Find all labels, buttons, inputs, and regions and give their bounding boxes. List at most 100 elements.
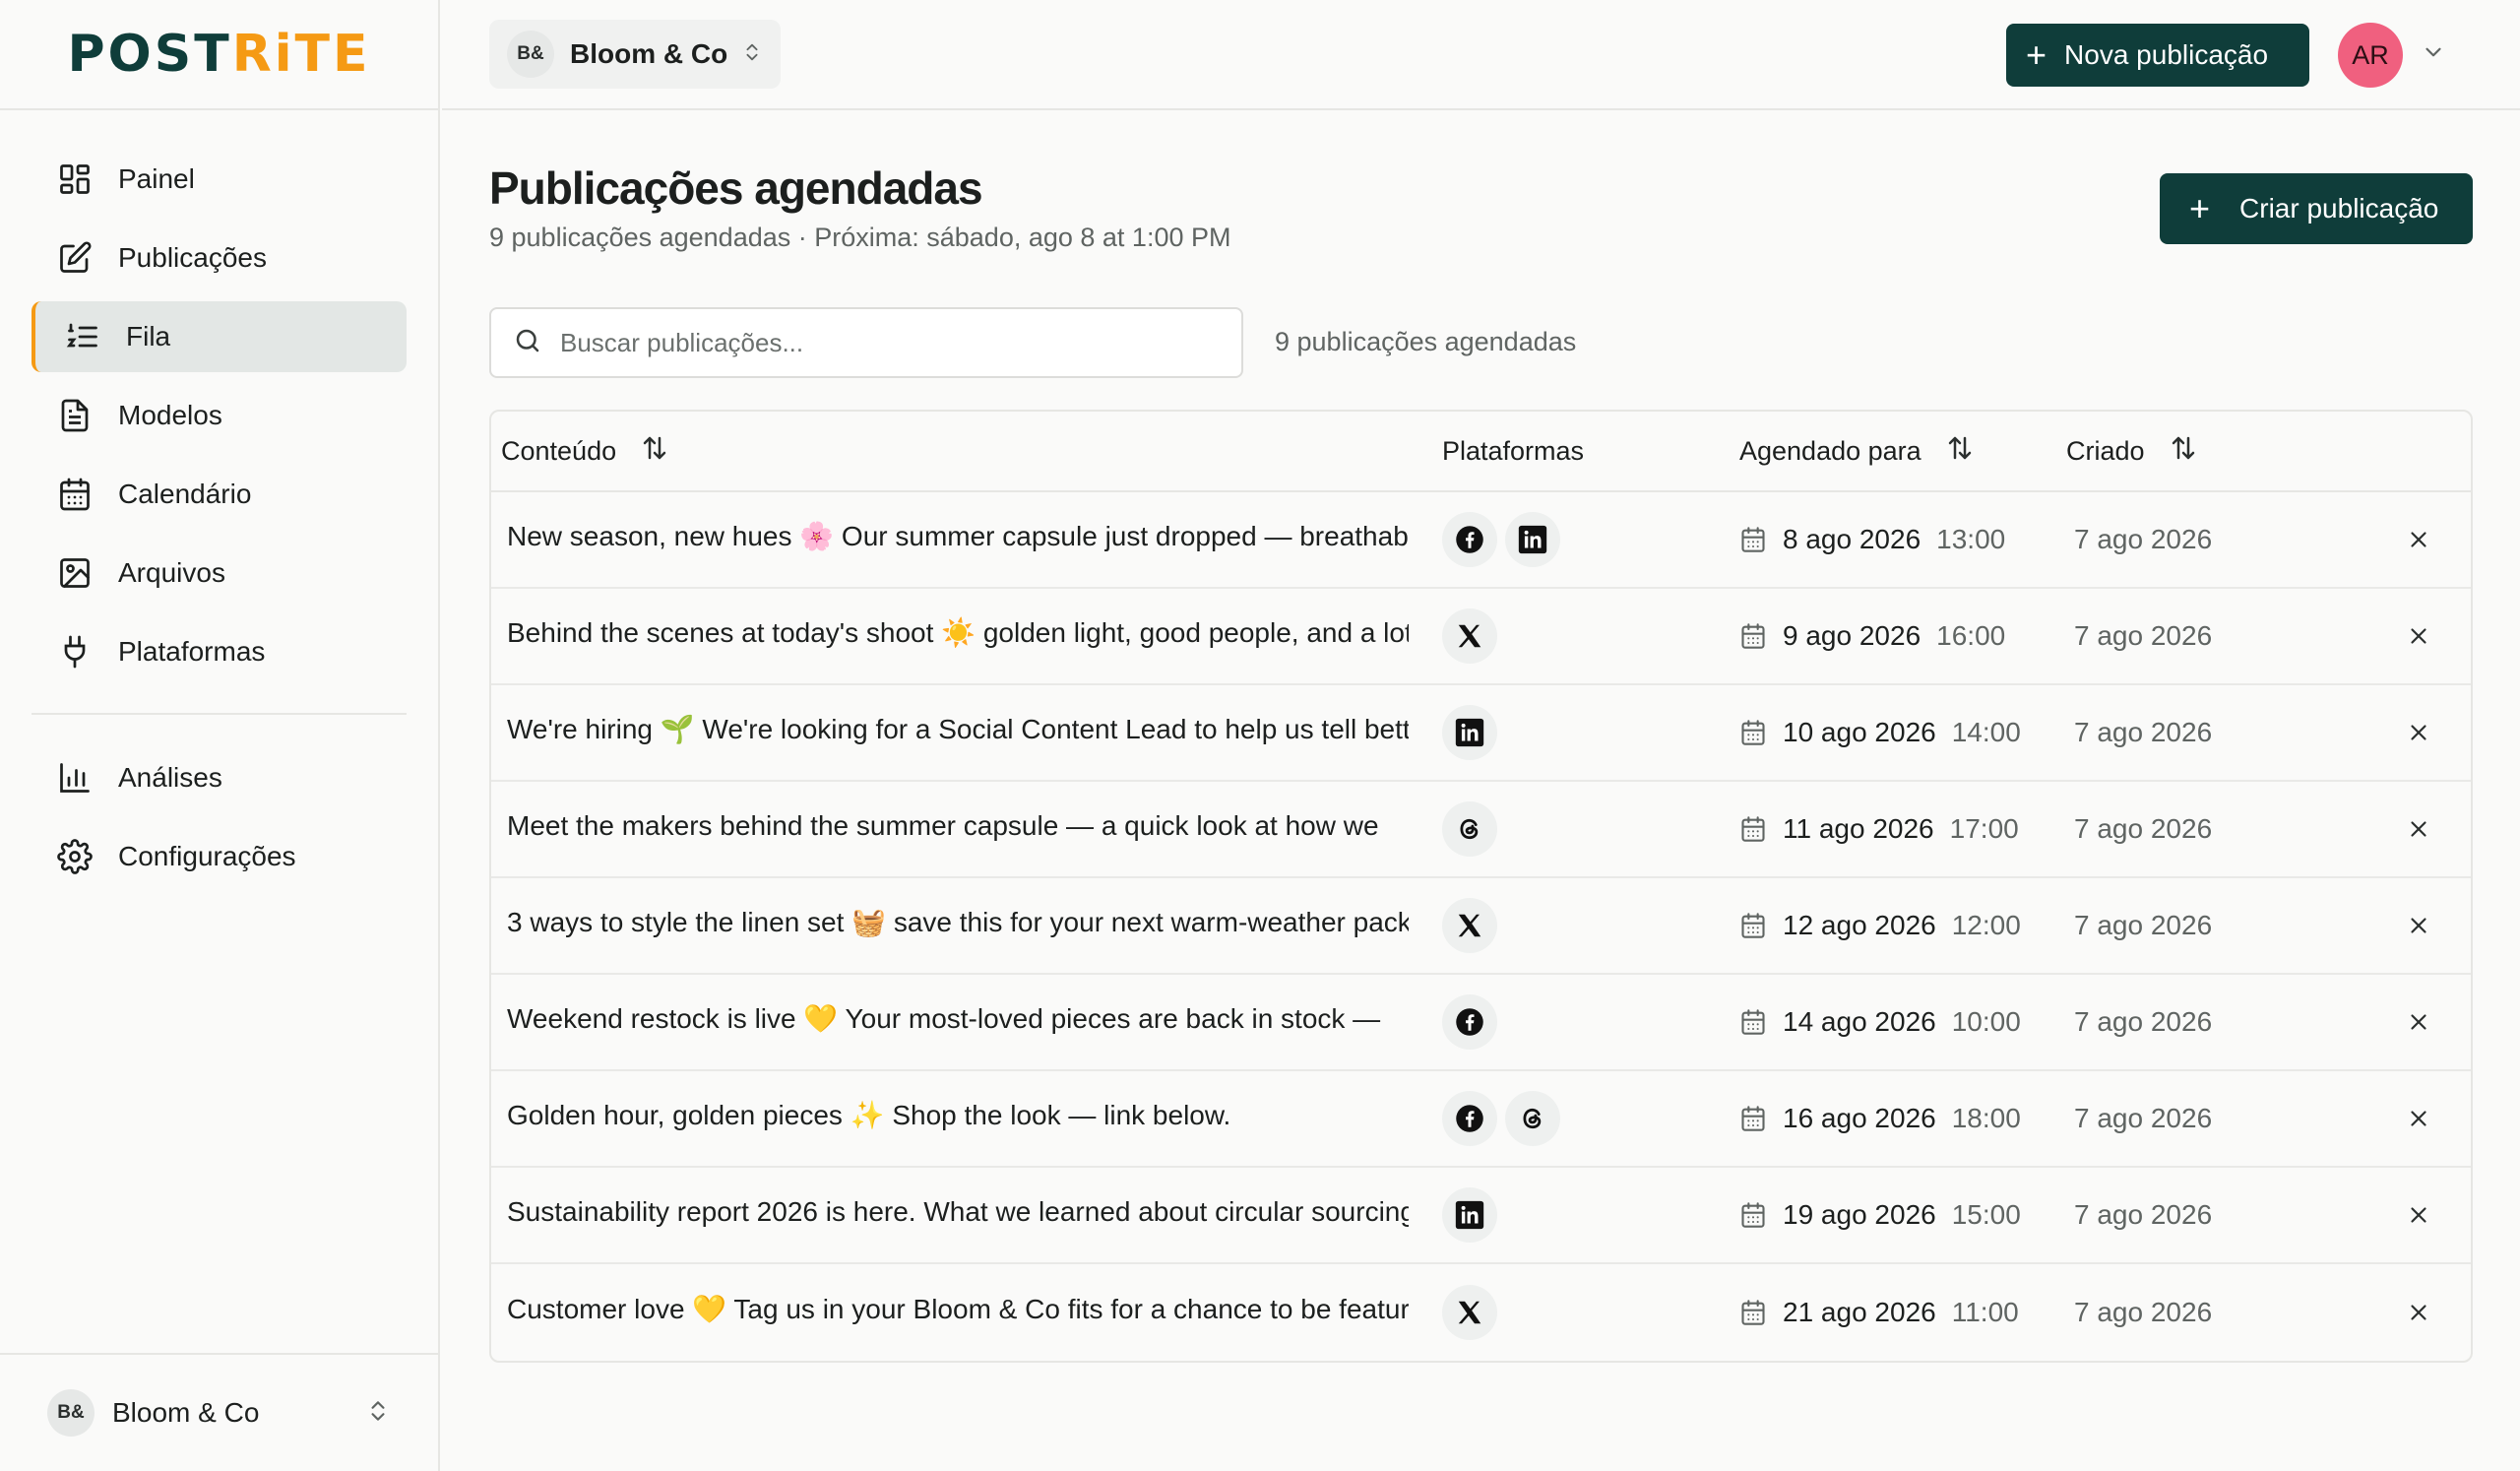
post-content-cell: Weekend restock is live 💛 Your most-love… [491,1002,1442,1042]
remove-post-button[interactable] [2406,1300,2431,1325]
remove-post-button[interactable] [2406,913,2431,938]
postrite-logo[interactable]: POSTRiTE [67,25,370,84]
close-icon [2406,913,2431,938]
table-row[interactable]: 3 ways to style the linen set 🧺 save thi… [491,878,2471,975]
sidebar-item-fila[interactable]: Fila [32,301,407,372]
page-title: Publicações agendadas [489,162,983,214]
post-content-cell: 3 ways to style the linen set 🧺 save thi… [491,906,1442,945]
action-cell [2362,720,2471,745]
linkedin-icon [1442,1187,1497,1243]
calendar-icon [55,475,94,514]
workspace-switcher-footer[interactable]: B& Bloom & Co [0,1353,438,1471]
plug-icon [55,632,94,672]
header-scheduled[interactable]: Agendado para [1739,433,2066,470]
chevron-up-down-icon [741,41,763,68]
post-content-cell: Meet the makers behind the summer capsul… [491,810,1442,849]
sidebar-item-painel[interactable]: Painel [32,144,407,215]
table-row[interactable]: Weekend restock is live 💛 Your most-love… [491,975,2471,1071]
table-row[interactable]: Customer love 💛 Tag us in your Bloom & C… [491,1264,2471,1361]
close-icon [2406,1202,2431,1228]
header-created-label: Criado [2066,435,2145,466]
sidebar-item-calendario[interactable]: Calendário [32,459,407,530]
remove-post-button[interactable] [2406,720,2431,745]
sidebar-item-plataformas[interactable]: Plataformas [32,616,407,687]
scheduled-date: 12 ago 2026 [1783,910,1936,940]
header-platforms-label: Plataformas [1442,435,1585,466]
action-cell [2362,1009,2471,1035]
dashboard-icon [55,160,94,199]
header-created[interactable]: Criado [2066,433,2362,470]
sort-icon[interactable] [1945,433,1975,470]
remove-post-button[interactable] [2406,1202,2431,1228]
logo-text-post: POST [67,25,232,84]
remove-post-button[interactable] [2406,623,2431,649]
search-box[interactable] [489,307,1243,378]
sidebar-item-publicacoes[interactable]: Publicações [32,223,407,293]
plus-icon: + [2026,34,2048,75]
scheduled-date: 16 ago 2026 [1783,1103,1936,1133]
new-post-button[interactable]: + Nova publicação [2006,24,2309,87]
sidebar-item-label: Calendário [118,479,252,509]
post-content-cell: Behind the scenes at today's shoot ☀️ go… [491,616,1442,656]
linkedin-icon [1442,705,1497,760]
close-icon [2406,816,2431,842]
post-content-cell: Customer love 💛 Tag us in your Bloom & C… [491,1293,1442,1332]
scheduled-time: 15:00 [1951,1199,2021,1230]
scheduled-date: 14 ago 2026 [1783,1006,1936,1037]
table-row[interactable]: Golden hour, golden pieces ✨ Shop the lo… [491,1071,2471,1168]
threads-icon [1505,1091,1560,1146]
action-cell [2362,1106,2471,1131]
sidebar-item-configuracoes[interactable]: Configurações [32,821,407,892]
workspace-switcher[interactable]: B& Bloom & Co [489,20,781,89]
create-post-button[interactable]: + Criar publicação [2160,173,2473,244]
remove-post-button[interactable] [2406,1009,2431,1035]
linkedin-icon [1505,512,1560,567]
x-twitter-icon [1442,898,1497,953]
scheduled-time: 17:00 [1949,813,2019,844]
workspace-avatar: B& [47,1389,94,1437]
remove-post-button[interactable] [2406,1106,2431,1131]
post-content-cell: Sustainability report 2026 is here. What… [491,1196,1442,1235]
scheduled-time: 12:00 [1951,910,2021,940]
table-row[interactable]: Behind the scenes at today's shoot ☀️ go… [491,589,2471,685]
table-row[interactable]: New season, new hues 🌸 Our summer capsul… [491,492,2471,589]
chevron-down-icon[interactable] [2421,39,2446,70]
remove-post-button[interactable] [2406,527,2431,552]
sort-icon[interactable] [640,433,669,470]
table-row[interactable]: Sustainability report 2026 is here. What… [491,1168,2471,1264]
post-content: Customer love 💛 Tag us in your Bloom & C… [507,1294,1409,1324]
post-content: 3 ways to style the linen set 🧺 save thi… [507,907,1409,937]
header-content-label: Conteúdo [501,435,617,466]
header-content[interactable]: Conteúdo [491,433,1442,470]
created-date: 7 ago 2026 [2074,1199,2213,1230]
search-input[interactable] [560,327,1151,358]
scheduled-posts-table: Conteúdo Plataformas Agendado para Criad… [489,410,2473,1363]
created-date: 7 ago 2026 [2074,1103,2213,1133]
sort-icon[interactable] [2169,433,2198,470]
platforms-cell [1442,898,1739,953]
scheduled-time: 14:00 [1951,717,2021,747]
scheduled-cell: 16 ago 2026 18:00 [1739,1103,2066,1134]
edit-icon [55,238,94,278]
sidebar-item-modelos[interactable]: Modelos [32,380,407,451]
sidebar-item-arquivos[interactable]: Arquivos [32,538,407,608]
facebook-icon [1442,1091,1497,1146]
chevron-up-down-icon [365,1398,391,1429]
remove-post-button[interactable] [2406,816,2431,842]
topbar: B& Bloom & Co + Nova publicação AR [442,0,2520,110]
post-content-cell: New season, new hues 🌸 Our summer capsul… [491,520,1442,559]
sidebar-item-analises[interactable]: Análises [32,742,407,813]
page-subtitle: 9 publicações agendadas · Próxima: sábad… [489,223,1231,252]
scheduled-time: 13:00 [1936,524,2006,554]
calendar-icon [1739,815,1767,843]
platforms-cell [1442,1091,1739,1146]
table-row[interactable]: Meet the makers behind the summer capsul… [491,782,2471,878]
table-row[interactable]: We're hiring 🌱 We're looking for a Socia… [491,685,2471,782]
action-cell [2362,623,2471,649]
calendar-icon [1739,1201,1767,1229]
scheduled-cell: 10 ago 2026 14:00 [1739,717,2066,748]
sidebar-item-label: Configurações [118,841,296,871]
search-icon [513,326,542,360]
calendar-icon [1739,1105,1767,1132]
user-avatar[interactable]: AR [2338,23,2403,88]
